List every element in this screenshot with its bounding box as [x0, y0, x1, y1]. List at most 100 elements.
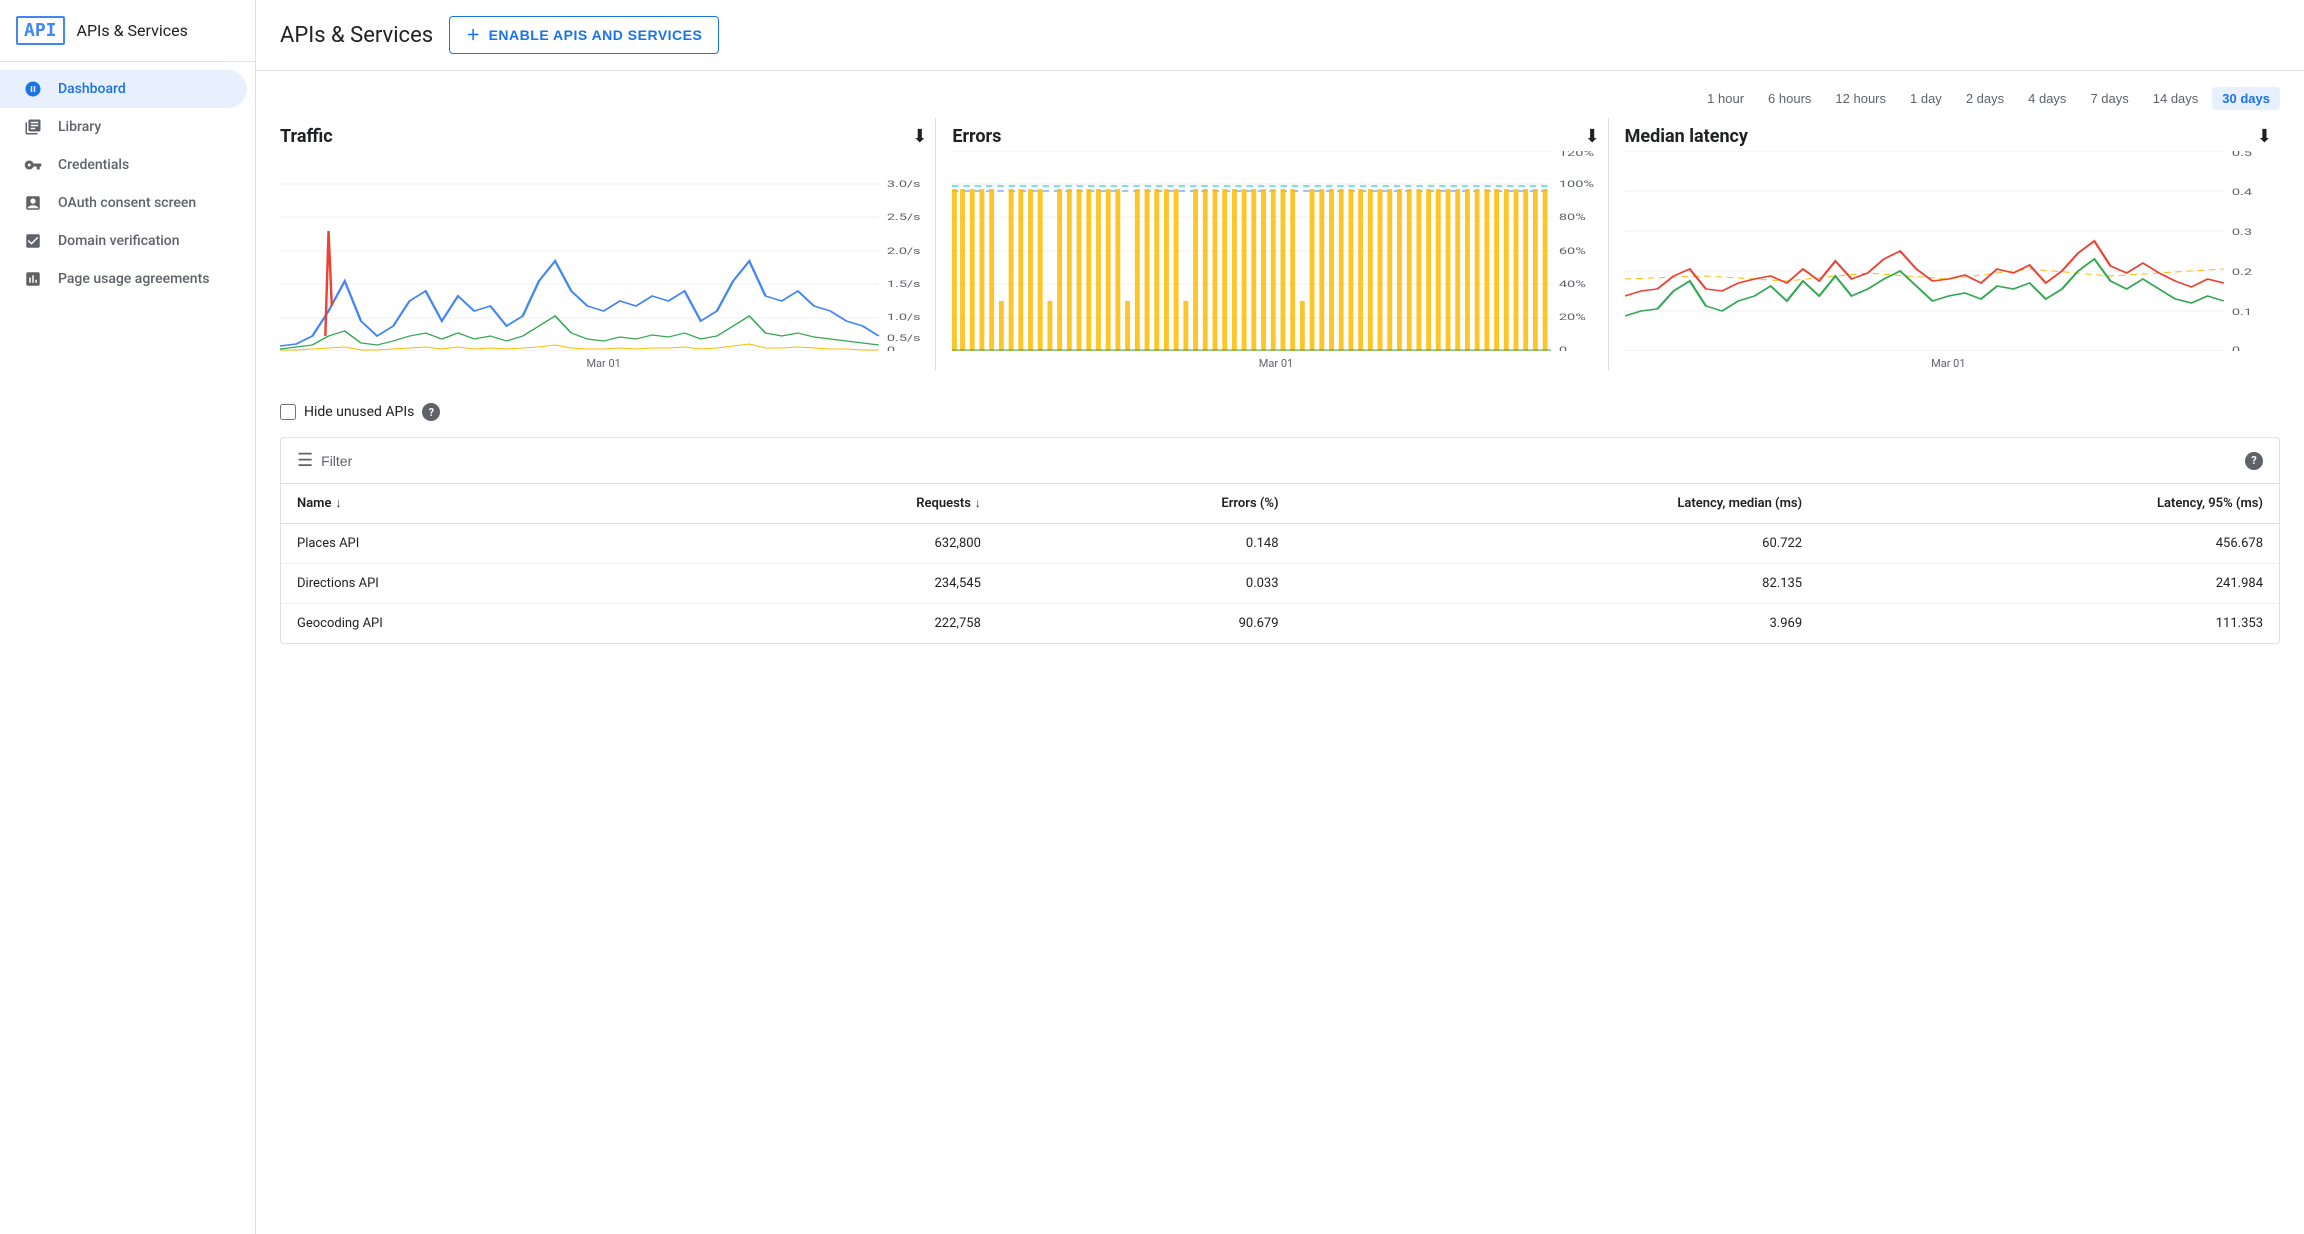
traffic-chart-container: 3.0/s 2.5/s 2.0/s 1.5/s 1.0/s 0.5/s 0 — [280, 151, 927, 371]
cell-latency_95: 111.353 — [1818, 604, 2279, 644]
cell-requests: 222,758 — [674, 604, 997, 644]
cell-name[interactable]: Geocoding API — [281, 604, 674, 644]
charts-row: Traffic ⬇ 3.0/s 2.5/s — [280, 118, 2280, 371]
sidebar-item-credentials[interactable]: Credentials — [0, 146, 247, 184]
time-btn-1-day[interactable]: 1 day — [1900, 87, 1952, 110]
sort-icon: ↓ — [975, 496, 981, 510]
svg-text:0.3: 0.3 — [2232, 227, 2252, 237]
cell-name[interactable]: Places API — [281, 524, 674, 564]
latency-chart-header: Median latency ⬇ — [1625, 126, 2272, 147]
sidebar-item-label-library: Library — [58, 119, 101, 135]
time-range-selector: 1 hour6 hours12 hours1 day2 days4 days7 … — [280, 71, 2280, 118]
api-logo: API — [16, 16, 65, 45]
dashboard-icon — [24, 80, 42, 98]
table-row: Places API632,8000.14860.722456.678 — [281, 524, 2279, 564]
main-header: APIs & Services ＋ ENABLE APIS AND SERVIC… — [256, 0, 2304, 71]
sidebar-item-domain[interactable]: Domain verification — [0, 222, 247, 260]
hide-unused-checkbox[interactable] — [280, 404, 296, 420]
cell-requests: 234,545 — [674, 564, 997, 604]
time-btn-14-days[interactable]: 14 days — [2143, 87, 2209, 110]
cell-errors: 0.148 — [997, 524, 1295, 564]
table-header-latency_median: Latency, median (ms) — [1295, 484, 1819, 524]
table-header-latency_95: Latency, 95% (ms) — [1818, 484, 2279, 524]
library-icon — [24, 118, 42, 136]
table-header-name[interactable]: Name↓ — [281, 484, 674, 524]
svg-text:100%: 100% — [1559, 179, 1594, 189]
table-body: Places API632,8000.14860.722456.678Direc… — [281, 524, 2279, 644]
traffic-chart-header: Traffic ⬇ — [280, 126, 927, 147]
hide-unused-section: Hide unused APIs ? — [280, 403, 2280, 421]
latency-chart-container: 0.5 0.4 0.3 0.2 0.1 0 Mar 01 — [1625, 151, 2272, 371]
latency-chart-title: Median latency — [1625, 126, 1748, 147]
latency-chart-panel: Median latency ⬇ 0.5 0.4 — [1608, 118, 2280, 371]
errors-download-icon[interactable]: ⬇ — [1585, 126, 1600, 147]
svg-text:0.5: 0.5 — [2232, 151, 2252, 158]
latency-chart-svg: 0.5 0.4 0.3 0.2 0.1 0 — [1625, 151, 2272, 351]
sidebar-item-label-dashboard: Dashboard — [58, 81, 126, 97]
main-body: 1 hour6 hours12 hours1 day2 days4 days7 … — [256, 71, 2304, 1234]
sidebar: API APIs & Services Dashboard Library Cred… — [0, 0, 256, 1234]
svg-text:0: 0 — [1559, 345, 1567, 351]
api-table-section: ☰ Filter ? Name↓Requests↓Errors (%)Laten… — [280, 437, 2280, 644]
plus-icon: ＋ — [466, 25, 481, 45]
svg-text:0.4: 0.4 — [2232, 187, 2252, 197]
time-btn-30-days[interactable]: 30 days — [2212, 87, 2280, 110]
enable-apis-button[interactable]: ＋ ENABLE APIS AND SERVICES — [449, 16, 719, 54]
table-header-errors: Errors (%) — [997, 484, 1295, 524]
cell-name[interactable]: Directions API — [281, 564, 674, 604]
errors-chart-svg: 120% 100% 80% 60% 40% 20% 0 — [952, 151, 1599, 351]
table-help-icon[interactable]: ? — [2245, 452, 2263, 470]
latency-download-icon[interactable]: ⬇ — [2257, 126, 2272, 147]
sidebar-item-label-credentials: Credentials — [58, 157, 129, 173]
svg-text:0: 0 — [887, 345, 895, 351]
main-content: APIs & Services ＋ ENABLE APIS AND SERVIC… — [256, 0, 2304, 1234]
traffic-download-icon[interactable]: ⬇ — [912, 126, 927, 147]
credentials-icon — [24, 156, 42, 174]
cell-requests: 632,800 — [674, 524, 997, 564]
filter-icon: ☰ — [297, 450, 313, 471]
svg-text:1.5/s: 1.5/s — [887, 279, 921, 289]
page-usage-icon — [24, 270, 42, 288]
oauth-icon — [24, 194, 42, 212]
cell-latency_95: 241.984 — [1818, 564, 2279, 604]
traffic-chart-svg: 3.0/s 2.5/s 2.0/s 1.5/s 1.0/s 0.5/s 0 — [280, 151, 927, 351]
sidebar-item-dashboard[interactable]: Dashboard — [0, 70, 247, 108]
traffic-x-label: Mar 01 — [280, 357, 927, 370]
svg-text:2.5/s: 2.5/s — [887, 212, 921, 222]
enable-button-label: ENABLE APIS AND SERVICES — [489, 27, 703, 43]
filter-button[interactable]: ☰ Filter — [297, 450, 352, 471]
svg-text:0: 0 — [2232, 345, 2240, 351]
time-btn-2-days[interactable]: 2 days — [1956, 87, 2014, 110]
svg-text:0.1: 0.1 — [2232, 307, 2252, 317]
sidebar-item-label-page-usage: Page usage agreements — [58, 271, 209, 287]
cell-latency_median: 60.722 — [1295, 524, 1819, 564]
cell-latency_median: 3.969 — [1295, 604, 1819, 644]
svg-text:0.5/s: 0.5/s — [887, 333, 921, 343]
hide-unused-label[interactable]: Hide unused APIs — [304, 404, 414, 420]
hide-unused-help-icon[interactable]: ? — [422, 403, 440, 421]
time-btn-1-hour[interactable]: 1 hour — [1697, 87, 1754, 110]
cell-latency_median: 82.135 — [1295, 564, 1819, 604]
sidebar-item-page-usage[interactable]: Page usage agreements — [0, 260, 247, 298]
cell-latency_95: 456.678 — [1818, 524, 2279, 564]
table-header-requests[interactable]: Requests↓ — [674, 484, 997, 524]
traffic-chart-title: Traffic — [280, 126, 333, 147]
latency-x-label: Mar 01 — [1625, 357, 2272, 370]
errors-chart-panel: Errors ⬇ 120% 100% — [935, 118, 1607, 371]
svg-text:60%: 60% — [1559, 246, 1586, 256]
time-btn-7-days[interactable]: 7 days — [2080, 87, 2138, 110]
errors-chart-header: Errors ⬇ — [952, 126, 1599, 147]
sidebar-item-library[interactable]: Library — [0, 108, 247, 146]
sidebar-header: API APIs & Services — [0, 0, 255, 62]
errors-chart-title: Errors — [952, 126, 1001, 147]
time-btn-12-hours[interactable]: 12 hours — [1825, 87, 1896, 110]
table-header: Name↓Requests↓Errors (%)Latency, median … — [281, 484, 2279, 524]
svg-text:40%: 40% — [1559, 279, 1586, 289]
time-btn-4-days[interactable]: 4 days — [2018, 87, 2076, 110]
sidebar-item-oauth[interactable]: OAuth consent screen — [0, 184, 247, 222]
svg-text:1.0/s: 1.0/s — [887, 312, 921, 322]
sidebar-header-title: APIs & Services — [77, 21, 188, 40]
time-btn-6-hours[interactable]: 6 hours — [1758, 87, 1821, 110]
table-row: Geocoding API222,75890.6793.969111.353 — [281, 604, 2279, 644]
page-title: APIs & Services — [280, 23, 433, 48]
